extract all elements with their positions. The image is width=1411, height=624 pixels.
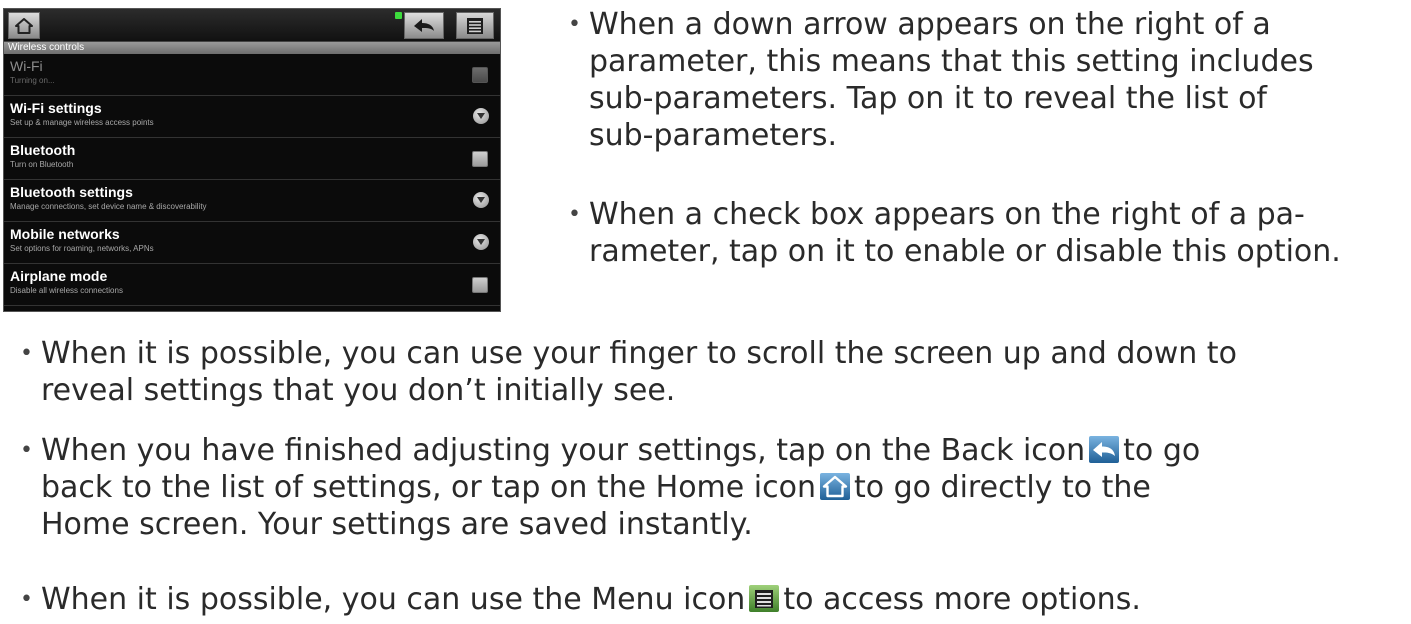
status-bar [4,9,500,42]
chevron-down-icon[interactable] [473,192,489,208]
text-line: rameter, tap on it to enable or disable … [589,234,1341,269]
setting-subtitle: Turn on Bluetooth [10,160,74,169]
text-line: When a check box appears on the right of… [589,197,1305,232]
setting-title: Airplane mode [10,268,108,284]
text-line: When it is possible, you can use the Men… [41,581,1406,618]
text-fragment: back to the list of settings, or tap on … [41,470,816,505]
bluetooth-checkbox[interactable] [472,151,488,167]
text-fragment: to go [1123,433,1201,468]
back-icon [1089,435,1120,463]
setting-mobile-networks[interactable]: Mobile networks Set options for roaming,… [4,222,500,264]
bullet-down-arrow: • When a down arrow appears on the right… [568,6,1404,154]
setting-title: Wi-Fi [10,58,43,74]
text-line: Home screen. Your settings are saved ins… [41,507,753,542]
setting-wifi-settings[interactable]: Wi-Fi settings Set up & manage wireless … [4,96,500,138]
bullet-menu: • When it is possible, you can use the M… [20,581,1406,618]
text-line: reveal settings that you don’t initially… [41,373,676,408]
device-screenshot: Wireless controls Wi-Fi Turning on... Wi… [3,8,501,312]
setting-title: Wi-Fi settings [10,100,102,116]
setting-subtitle: Set options for roaming, networks, APNs [10,244,154,253]
text-fragment: to access more options. [783,582,1141,617]
signal-indicator-icon [395,12,402,19]
setting-bluetooth-settings[interactable]: Bluetooth settings Manage connections, s… [4,180,500,222]
text-line: parameter, this means that this setting … [589,44,1314,79]
setting-title: Mobile networks [10,226,120,242]
setting-title: Bluetooth settings [10,184,133,200]
setting-subtitle: Disable all wireless connections [10,286,123,295]
setting-subtitle: Set up & manage wireless access points [10,118,154,127]
chevron-down-icon[interactable] [473,108,489,124]
text-fragment: to go directly to the [853,470,1151,505]
back-icon[interactable] [404,12,444,39]
home-icon[interactable] [8,12,40,39]
text-fragment: When it is possible, you can use the Men… [41,582,746,617]
text-line: When a down arrow appears on the right o… [589,7,1271,42]
setting-wifi[interactable]: Wi-Fi Turning on... [4,54,500,96]
menu-icon [749,584,780,612]
bullet-back-home: • When you have finished adjusting your … [20,432,1406,543]
bullet-marker: • [20,587,33,612]
menu-icon[interactable] [456,12,494,39]
bullet-marker: • [20,341,33,366]
text-line: sub-parameters. [589,118,838,153]
section-header: Wireless controls [4,42,500,54]
wifi-checkbox[interactable] [472,67,488,83]
text-line: When you have finished adjusting your se… [41,432,1406,469]
setting-bluetooth[interactable]: Bluetooth Turn on Bluetooth [4,138,500,180]
chevron-down-icon[interactable] [473,234,489,250]
bullet-scroll: • When it is possible, you can use your … [20,335,1406,409]
setting-airplane-mode[interactable]: Airplane mode Disable all wireless conne… [4,264,500,306]
setting-title: Bluetooth [10,142,76,158]
bullet-marker: • [568,202,581,227]
airplane-mode-checkbox[interactable] [472,277,488,293]
text-line: sub-parameters. Tap on it to reveal the … [589,81,1267,116]
text-line: When it is possible, you can use your fi… [41,336,1237,371]
setting-subtitle: Turning on... [10,76,55,85]
setting-subtitle: Manage connections, set device name & di… [10,202,207,211]
bullet-marker: • [568,12,581,37]
home-icon [819,472,850,500]
text-line: back to the list of settings, or tap on … [41,469,1406,506]
bullet-marker: • [20,438,33,463]
bullet-check-box: • When a check box appears on the right … [568,196,1404,270]
text-fragment: When you have finished adjusting your se… [41,433,1086,468]
